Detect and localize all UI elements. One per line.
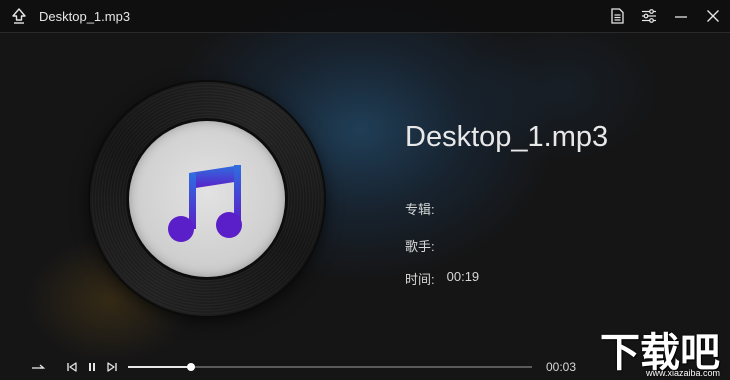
window-title: Desktop_1.mp3 [39,8,131,24]
up-arrow-eject-icon[interactable] [10,7,28,25]
current-time: 00:03 [546,360,577,374]
pause-icon[interactable] [84,359,100,375]
sequence-arrow-icon[interactable] [30,359,46,375]
artist-row: 歌手: [405,236,447,255]
artist-label: 歌手: [405,239,435,254]
progress-fill [128,366,191,368]
vinyl-record [90,82,324,316]
duration-value: 00:19 [446,269,480,284]
sliders-icon[interactable] [640,7,658,25]
album-label: 专辑: [405,202,435,217]
track-title: Desktop_1.mp3 [405,121,609,153]
player-window: Desktop_1.mp3 Desktop_1.mp3 专辑: 歌手: 时间: … [0,0,730,380]
album-row: 专辑: [405,199,447,218]
progress-thumb[interactable] [186,363,195,371]
minimize-icon[interactable] [672,7,690,25]
album-cover [129,121,285,277]
progress-bar[interactable] [128,363,532,371]
close-icon[interactable] [704,7,722,25]
title-bar[interactable]: Desktop_1.mp3 [0,0,730,33]
skip-next-icon[interactable] [104,359,120,375]
music-note-icon [168,165,242,242]
duration-label: 时间: [405,272,435,287]
document-list-icon[interactable] [608,7,626,25]
duration-row: 时间: 00:19 [405,269,479,288]
watermark-logo: 下载吧 www.xiazaiba.com [586,318,726,380]
skip-previous-icon[interactable] [64,359,80,375]
watermark-url: www.xiazaiba.com [645,368,720,378]
